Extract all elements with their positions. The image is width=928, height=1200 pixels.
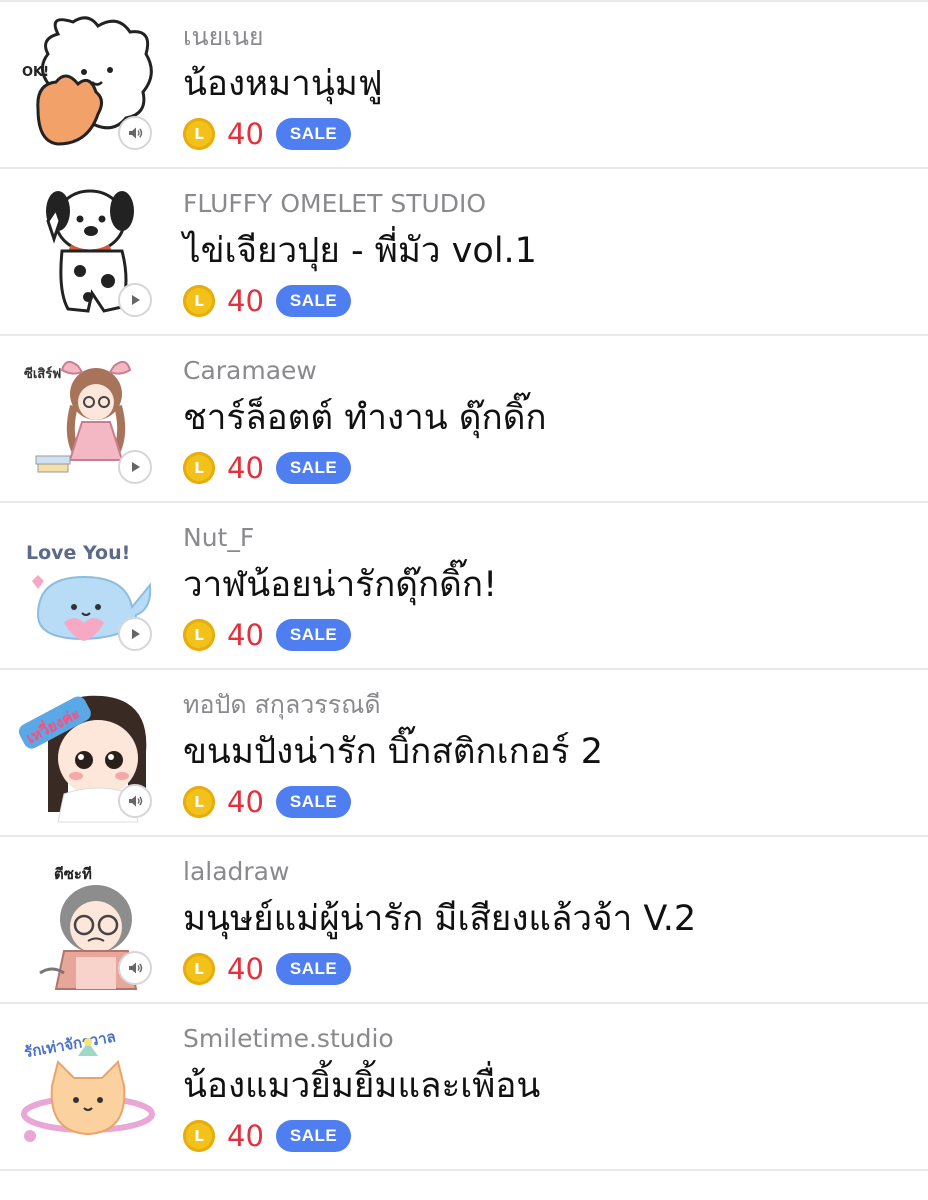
sticker-price: 40 bbox=[227, 117, 264, 151]
sticker-thumbnail[interactable]: OK! bbox=[18, 14, 158, 156]
price-line: L 40 SALE bbox=[183, 1118, 352, 1154]
coin-letter: L bbox=[194, 125, 204, 143]
sound-preview-button[interactable] bbox=[118, 951, 152, 985]
sticker-price: 40 bbox=[227, 1119, 264, 1153]
price-line: L 40 SALE bbox=[183, 450, 352, 486]
sticker-author: ทอปัด สกุลวรรณดี bbox=[183, 690, 381, 719]
sticker-price: 40 bbox=[227, 284, 264, 318]
sticker-list: OK! เนยเนย น้องหมานุ่มฟู L 40 SALE FLUFF… bbox=[0, 0, 928, 1171]
coin-icon: L bbox=[183, 452, 215, 484]
sale-badge: SALE bbox=[275, 1120, 352, 1152]
sticker-author: Nut_F bbox=[183, 523, 255, 552]
svg-text:รักเท่าจักรวาล: รักเท่าจักรวาล bbox=[23, 1027, 117, 1061]
sticker-title: ชาร์ล็อตต์ ทำงาน ดุ๊กดิ๊ก bbox=[183, 398, 547, 438]
sticker-list-item[interactable]: FLUFFY OMELET STUDIO ไข่เจียวปุย - พี่มั… bbox=[0, 169, 928, 336]
sale-badge: SALE bbox=[275, 285, 352, 317]
sound-preview-button[interactable] bbox=[118, 784, 152, 818]
speaker-icon bbox=[129, 795, 143, 807]
coin-icon: L bbox=[183, 786, 215, 818]
sticker-title: ไข่เจียวปุย - พี่มัว vol.1 bbox=[183, 231, 537, 271]
svg-text:ซีเสิร์ฟ: ซีเสิร์ฟ bbox=[24, 366, 61, 382]
coin-icon: L bbox=[183, 1120, 215, 1152]
speaker-icon bbox=[129, 127, 143, 139]
sale-badge: SALE bbox=[275, 118, 352, 150]
sticker-author: laladraw bbox=[183, 857, 290, 886]
price-line: L 40 SALE bbox=[183, 951, 352, 987]
sticker-title: น้องหมานุ่มฟู bbox=[183, 64, 383, 104]
sticker-thumbnail[interactable]: ซีเสิร์ฟ bbox=[18, 348, 158, 490]
sticker-thumbnail[interactable]: Love You! bbox=[18, 515, 158, 657]
speaker-icon bbox=[129, 962, 143, 974]
svg-text:ตีซะที: ตีซะที bbox=[54, 865, 92, 883]
coin-icon: L bbox=[183, 118, 215, 150]
sticker-title: ขนมปังน่ารัก บิ๊กสติกเกอร์ 2 bbox=[183, 732, 603, 772]
coin-icon: L bbox=[183, 953, 215, 985]
sticker-list-item[interactable]: ตีซะที laladraw มนุษย์แม่ผู้น่ารัก มีเสี… bbox=[0, 837, 928, 1004]
sticker-price: 40 bbox=[227, 785, 264, 819]
svg-text:Love You!: Love You! bbox=[26, 542, 130, 564]
sticker-title: น้องแมวยิ้มยิ้มและเพื่อน bbox=[183, 1066, 541, 1106]
sticker-author: Caramaew bbox=[183, 356, 317, 385]
sticker-author: Smiletime.studio bbox=[183, 1024, 394, 1053]
coin-icon: L bbox=[183, 285, 215, 317]
sale-badge: SALE bbox=[275, 619, 352, 651]
price-line: L 40 SALE bbox=[183, 617, 352, 653]
sticker-list-item[interactable]: รักเท่าจักรวาล Smiletime.studio น้องแมวย… bbox=[0, 1004, 928, 1171]
coin-letter: L bbox=[194, 793, 204, 811]
sticker-thumbnail[interactable] bbox=[18, 181, 158, 323]
sticker-list-item[interactable]: OK! เนยเนย น้องหมานุ่มฟู L 40 SALE bbox=[0, 2, 928, 169]
sale-badge: SALE bbox=[275, 953, 352, 985]
sticker-thumbnail[interactable]: รักเท่าจักรวาล bbox=[18, 1016, 158, 1158]
sale-badge: SALE bbox=[275, 786, 352, 818]
sticker-price: 40 bbox=[227, 952, 264, 986]
play-preview-button[interactable] bbox=[118, 450, 152, 484]
sticker-list-item[interactable]: เหวี่ยงค่ะ ทอปัด สกุลวรรณดี ขนมปังน่ารัก… bbox=[0, 670, 928, 837]
play-icon bbox=[132, 629, 140, 639]
price-line: L 40 SALE bbox=[183, 283, 352, 319]
sticker-price: 40 bbox=[227, 451, 264, 485]
play-icon bbox=[132, 295, 140, 305]
sticker-list-item[interactable]: Love You! Nut_F วาฬน้อยน่ารักดุ๊กดิ๊ก! L… bbox=[0, 503, 928, 670]
coin-letter: L bbox=[194, 626, 204, 644]
play-preview-button[interactable] bbox=[118, 617, 152, 651]
play-preview-button[interactable] bbox=[118, 283, 152, 317]
sticker-author: FLUFFY OMELET STUDIO bbox=[183, 189, 487, 218]
coin-letter: L bbox=[194, 1127, 204, 1145]
sticker-thumbnail[interactable]: ตีซะที bbox=[18, 849, 158, 991]
price-line: L 40 SALE bbox=[183, 116, 352, 152]
sticker-title: วาฬน้อยน่ารักดุ๊กดิ๊ก! bbox=[183, 565, 498, 605]
sticker-thumbnail[interactable]: เหวี่ยงค่ะ bbox=[18, 682, 158, 824]
coin-icon: L bbox=[183, 619, 215, 651]
play-icon bbox=[132, 462, 140, 472]
sale-badge: SALE bbox=[275, 452, 352, 484]
sticker-author: เนยเนย bbox=[183, 22, 264, 51]
sticker-title: มนุษย์แม่ผู้น่ารัก มีเสียงแล้วจ้า V.2 bbox=[183, 899, 697, 939]
coin-letter: L bbox=[194, 960, 204, 978]
sticker-image: รักเท่าจักรวาล bbox=[21, 1027, 155, 1142]
coin-letter: L bbox=[194, 459, 204, 477]
svg-text:OK!: OK! bbox=[22, 65, 49, 80]
sound-preview-button[interactable] bbox=[118, 116, 152, 150]
price-line: L 40 SALE bbox=[183, 784, 352, 820]
sticker-list-item[interactable]: ซีเสิร์ฟ Caramaew ชาร์ล็อตต์ ทำงาน ดุ๊กด… bbox=[0, 336, 928, 503]
sticker-price: 40 bbox=[227, 618, 264, 652]
coin-letter: L bbox=[194, 292, 204, 310]
